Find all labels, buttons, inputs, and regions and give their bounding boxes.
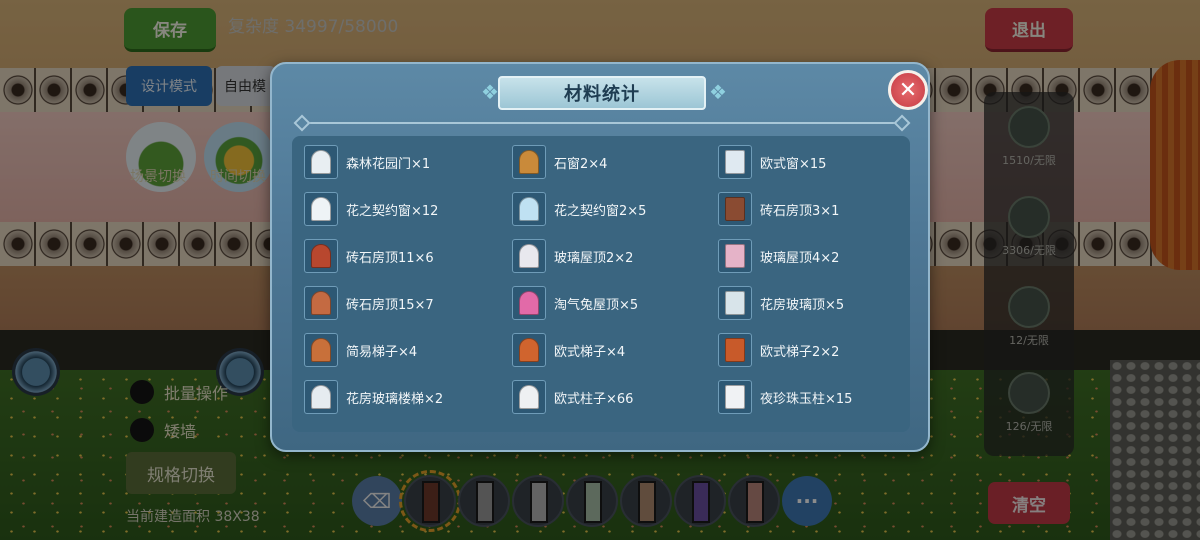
bunny-roof-icon [512, 286, 546, 320]
material-list-panel: 森林花园门×1 石窗2×4 欧式窗×15 花之契约窗×12 花之契约窗2×5 砖石房顶3×… [292, 136, 910, 432]
material-item: 欧式梯子×4 [512, 332, 712, 368]
greenhouse-roof-icon [718, 286, 752, 320]
material-item: 玻璃屋顶2×2 [512, 238, 712, 274]
material-item: 花之契约窗2×5 [512, 191, 712, 227]
close-icon[interactable]: ✕ [888, 70, 928, 110]
material-label: 花房玻璃顶×5 [760, 297, 845, 313]
brick-roof-flat-icon [304, 286, 338, 320]
ladder-icon [304, 333, 338, 367]
material-label: 玻璃屋顶4×2 [760, 250, 840, 266]
material-label: 砖石房顶3×1 [760, 203, 840, 219]
ornament-icon: ❖ [709, 80, 727, 104]
material-item: 砖石房顶15×7 [304, 285, 504, 321]
divider-ornament [893, 114, 911, 132]
column-icon [512, 380, 546, 414]
material-label: 砖石房顶11×6 [346, 250, 434, 266]
glass-pyramid-icon [512, 239, 546, 273]
material-label: 欧式窗×15 [760, 156, 827, 172]
material-item: 花房玻璃顶×5 [718, 285, 918, 321]
straight-stair-icon [718, 333, 752, 367]
material-label: 欧式梯子×4 [554, 344, 626, 360]
cone-roof-icon [304, 239, 338, 273]
material-label: 简易梯子×4 [346, 344, 418, 360]
material-label: 砖石房顶15×7 [346, 297, 434, 313]
material-item: 简易梯子×4 [304, 332, 504, 368]
material-item: 夜珍珠玉柱×15 [718, 379, 918, 415]
material-label: 森林花园门×1 [346, 156, 431, 172]
material-label: 玻璃屋顶2×2 [554, 250, 634, 266]
euro-window-icon [718, 145, 752, 179]
arch-gate-icon [304, 145, 338, 179]
dialog-title: 材料统计 [564, 84, 640, 105]
material-item: 玻璃屋顶4×2 [718, 238, 918, 274]
glass-stair-icon [304, 380, 338, 414]
material-label: 夜珍珠玉柱×15 [760, 391, 853, 407]
material-item: 花房玻璃楼梯×2 [304, 379, 504, 415]
material-label: 石窗2×4 [554, 156, 608, 172]
material-label: 花之契约窗×12 [346, 203, 439, 219]
brick-roof-icon [718, 192, 752, 226]
material-list: 森林花园门×1 石窗2×4 欧式窗×15 花之契约窗×12 花之契约窗2×5 砖石房顶3×… [304, 144, 904, 426]
material-item: 欧式柱子×66 [512, 379, 712, 415]
lamp-pillar-icon [718, 380, 752, 414]
material-label: 淘气兔屋顶×5 [554, 297, 639, 313]
material-item: 淘气兔屋顶×5 [512, 285, 712, 321]
material-item: 砖石房顶11×6 [304, 238, 504, 274]
stone-window-icon [512, 145, 546, 179]
divider-ornament [293, 114, 311, 132]
curtain-window-icon [512, 192, 546, 226]
material-item: 欧式梯子2×2 [718, 332, 918, 368]
material-label: 花房玻璃楼梯×2 [346, 391, 444, 407]
material-label: 欧式梯子2×2 [760, 344, 840, 360]
glass-pyramid-pink-icon [718, 239, 752, 273]
material-label: 欧式柱子×66 [554, 391, 634, 407]
title-banner: 材料统计 [498, 76, 706, 110]
spiral-stair-icon [512, 333, 546, 367]
divider [296, 122, 908, 124]
material-stats-dialog: ❖ 材料统计 ❖ ✕ 森林花园门×1 石窗2×4 欧式窗×15 花之契约窗×12 花之契… [270, 62, 930, 452]
material-item: 花之契约窗×12 [304, 191, 504, 227]
material-label: 花之契约窗2×5 [554, 203, 647, 219]
material-item: 石窗2×4 [512, 144, 712, 180]
material-item: 森林花园门×1 [304, 144, 504, 180]
lattice-window-icon [304, 192, 338, 226]
material-item: 砖石房顶3×1 [718, 191, 918, 227]
material-item: 欧式窗×15 [718, 144, 918, 180]
